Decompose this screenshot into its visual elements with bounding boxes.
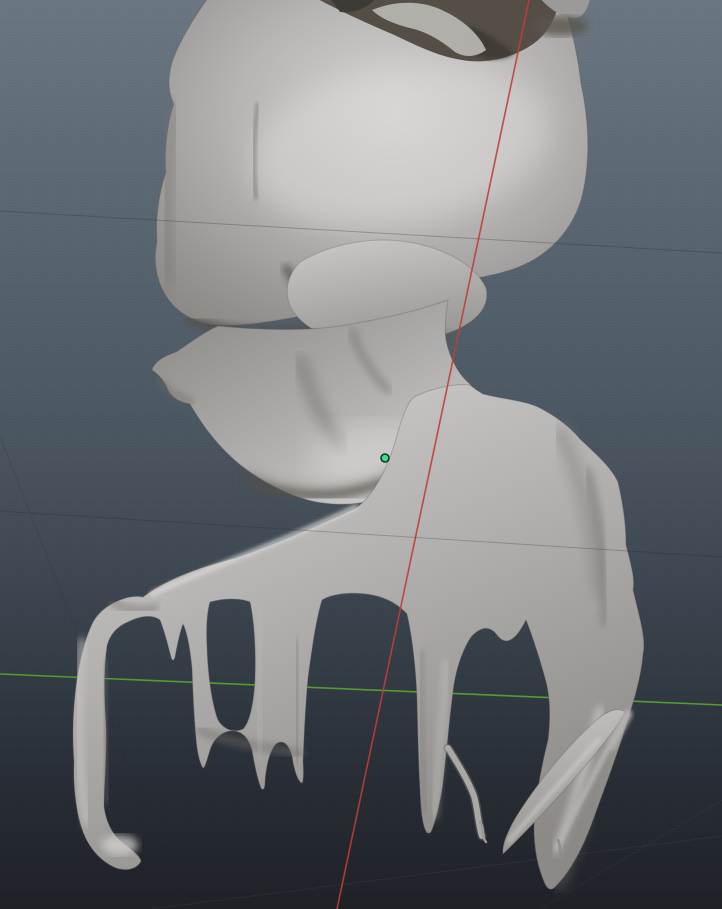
top-right-lump-shadow bbox=[532, 16, 588, 36]
viewport-canvas[interactable] bbox=[0, 0, 722, 909]
mid-leg-highlight bbox=[258, 614, 262, 752]
arm-toe-highlight bbox=[102, 835, 138, 855]
origin-point-dot bbox=[381, 454, 389, 462]
mid-leg-shadow bbox=[296, 642, 298, 762]
3d-viewport[interactable] bbox=[0, 0, 722, 909]
